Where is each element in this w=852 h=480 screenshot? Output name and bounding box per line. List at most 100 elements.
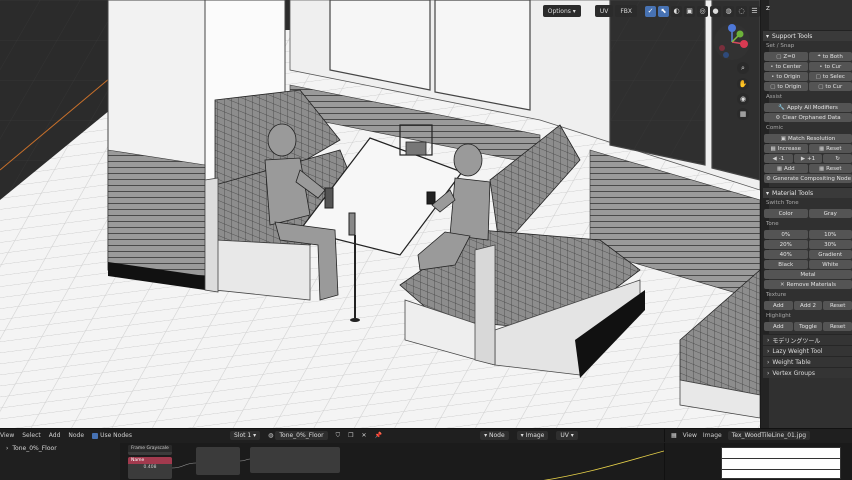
highlight-toggle-button[interactable]: Toggle [793, 322, 823, 331]
node-editor-header: View Select Add Node Use Nodes Slot 1 ▾ … [0, 429, 664, 442]
to-origin-button[interactable]: • to Origin [764, 72, 808, 81]
comic-add-button[interactable]: ▦ Add [764, 164, 808, 173]
tone-gradient-button[interactable]: Gradient [808, 250, 852, 259]
navigation-gizmo[interactable] [712, 22, 752, 62]
material-sphere-icon: ◍ [268, 432, 274, 439]
clear-orphaned-data-button[interactable]: ⚙ Clear Orphaned Data [764, 113, 852, 122]
uv-node-dropdown[interactable]: ▾ Node [480, 431, 509, 440]
to-origin-button-2[interactable]: ▢ to Origin [764, 82, 808, 91]
select-tool-icon[interactable]: ⬉ [658, 5, 669, 17]
texture-add2-button[interactable]: Add 2 [793, 301, 823, 310]
material-selector[interactable]: ◍ Tone_0%_Floor [268, 431, 328, 440]
lazy-weight-tool-panel[interactable]: › Lazy Weight Tool [763, 345, 852, 356]
increase-button[interactable]: ▦ Increase [764, 144, 808, 153]
minus-one-button[interactable]: ◀ -1 [764, 154, 793, 163]
material-tools-header[interactable]: ▾ Material Tools [763, 187, 852, 198]
solid-shading-icon[interactable]: ● [710, 5, 721, 17]
wireframe-shading-icon[interactable]: ◎ [697, 5, 708, 17]
slot-dropdown[interactable]: Slot 1 ▾ [229, 431, 261, 440]
pin-icon[interactable]: 📌 [375, 432, 382, 439]
npanel-header-label: Z [766, 6, 770, 12]
menu-image-image[interactable]: Image [703, 432, 722, 439]
checkbox-icon[interactable]: ✓ [645, 5, 656, 17]
3d-viewport[interactable]: Options ▾ UV FBX ✓ ⬉ ◐ ▣ ◎ ● ◍ ◌ ☰ ⌕ ✋ ◉… [0, 0, 760, 428]
chevron-down-icon: ▾ [766, 32, 770, 40]
apply-all-modifiers-button[interactable]: 🔧 Apply All Modifiers [764, 103, 852, 112]
to-cursor-button[interactable]: • to Cur [808, 62, 852, 71]
perspective-grid-icon[interactable]: ▦ [737, 108, 749, 120]
pan-hand-icon[interactable]: ✋ [737, 78, 749, 90]
menu-select[interactable]: Select [22, 432, 41, 439]
to-both-button[interactable]: ⌖ to Both [808, 52, 852, 61]
fake-user-icon[interactable]: ⛉ [336, 432, 341, 440]
close-icon: ✕ [780, 281, 785, 288]
material-shading-icon[interactable]: ◍ [723, 5, 734, 17]
menu-node[interactable]: Node [68, 432, 84, 439]
tone-0-button[interactable]: 0% [764, 230, 808, 239]
support-tools-header[interactable]: ▾ Support Tools [763, 30, 852, 41]
image-editor-header: ▦ View Image Tex_WoodTileLine_01.jpg [664, 429, 852, 442]
vertex-groups-panel[interactable]: › Vertex Groups [763, 367, 852, 378]
metal-button[interactable]: Metal [764, 270, 852, 279]
dot-icon: • [770, 63, 774, 70]
match-resolution-button[interactable]: ▣ Match Resolution [764, 134, 852, 143]
menu-add[interactable]: Add [49, 432, 61, 439]
gray-button[interactable]: Gray [808, 209, 852, 218]
rotate-button[interactable]: ↻ [823, 154, 852, 163]
outliner-item[interactable]: › Tone_0%_Floor [0, 443, 120, 453]
image-canvas[interactable] [664, 443, 852, 480]
rewind-icon: ◀ [772, 155, 777, 162]
options-dropdown[interactable]: Options ▾ [542, 5, 581, 17]
scene-render[interactable] [0, 0, 760, 428]
menu-image-view[interactable]: View [683, 432, 697, 439]
tone-40-button[interactable]: 40% [764, 250, 808, 259]
to-center-button[interactable]: • to Center [764, 62, 808, 71]
texture-add-button[interactable]: Add [764, 301, 793, 310]
to-selected-button[interactable]: ▢ to Selec [808, 72, 852, 81]
highlight-add-button[interactable]: Add [764, 322, 793, 331]
zoom-icon[interactable]: ⌕ [737, 62, 749, 74]
xray-icon[interactable]: ▣ [684, 5, 695, 17]
image-selector[interactable]: Tex_WoodTileLine_01.jpg [727, 431, 811, 440]
generate-compositing-node-button[interactable]: ⚙ Generate Compositing Node [764, 174, 852, 183]
dot-icon: • [771, 73, 775, 80]
uv-image-dropdown[interactable]: ▾ Image [516, 431, 549, 440]
camera-view-icon[interactable]: ◉ [737, 93, 749, 105]
material-outliner: › Tone_0%_Floor [0, 443, 120, 480]
rendered-shading-icon[interactable]: ◌ [736, 5, 747, 17]
uv-button[interactable]: UV [594, 5, 614, 17]
box-icon: ▢ [818, 83, 824, 90]
highlight-reset-button[interactable]: Reset [823, 322, 852, 331]
weight-table-panel[interactable]: › Weight Table [763, 356, 852, 367]
tone-white-button[interactable]: White [808, 260, 852, 269]
overlay-icon[interactable]: ◐ [671, 5, 682, 17]
assist-label: Assist [766, 94, 783, 100]
remove-materials-button[interactable]: ✕ Remove Materials [764, 280, 852, 289]
use-nodes-checkbox[interactable]: Use Nodes [92, 432, 132, 439]
reset-button-2[interactable]: ▦ Reset [808, 164, 852, 173]
z0-button[interactable]: ▢ Z=0 [764, 52, 808, 61]
plus-one-button[interactable]: ▶ +1 [793, 154, 823, 163]
close-icon[interactable]: ✕ [362, 432, 367, 439]
box-icon: ▢ [770, 83, 776, 90]
to-cursor-button-2[interactable]: ▢ to Cur [808, 82, 852, 91]
tone-10-button[interactable]: 10% [808, 230, 852, 239]
tone-black-button[interactable]: Black [764, 260, 808, 269]
node-canvas[interactable]: Frame Grayscale Name 0.408 [120, 443, 664, 480]
texture-preview [721, 447, 841, 479]
tone-30-button[interactable]: 30% [808, 240, 852, 249]
reset-button-1[interactable]: ▦ Reset [808, 144, 852, 153]
duplicate-icon[interactable]: ❐ [348, 432, 353, 439]
modeling-tools-panel[interactable]: › モデリングツール [763, 334, 852, 345]
tone-20-button[interactable]: 20% [764, 240, 808, 249]
fbx-button[interactable]: FBX [615, 5, 637, 17]
color-button[interactable]: Color [764, 209, 808, 218]
gear-icon: ⚙ [775, 114, 781, 121]
chevron-down-icon: ▾ [766, 189, 770, 197]
texture-reset-button[interactable]: Reset [823, 301, 852, 310]
menu-icon[interactable]: ☰ [749, 5, 760, 17]
menu-view[interactable]: View [0, 432, 14, 439]
editor-type-icon[interactable]: ▦ [671, 432, 677, 439]
box-icon: ▢ [815, 73, 821, 80]
uv-uv-dropdown[interactable]: UV ▾ [556, 431, 578, 440]
